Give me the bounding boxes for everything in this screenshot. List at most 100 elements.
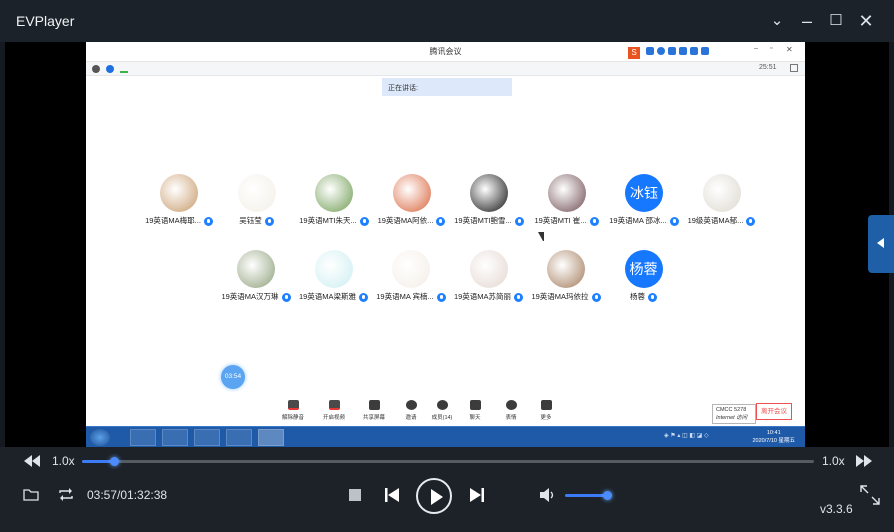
microphone-icon	[591, 292, 601, 302]
share-screen-button[interactable]: 共享屏幕	[359, 400, 389, 426]
participant-tile[interactable]: 19英语MTI 崔...	[527, 174, 607, 234]
countdown-timer[interactable]: 03:54	[221, 365, 245, 389]
participant-tile[interactable]: 19英语MTI朱天...	[294, 174, 374, 234]
participant-name: 19英语MA苏简丽	[449, 291, 529, 302]
start-video-button[interactable]: 开启视频	[319, 400, 349, 426]
share-screen-icon	[368, 400, 380, 410]
talking-indicator: 正在讲话:	[382, 78, 512, 96]
avatar	[392, 250, 430, 288]
toolbar-label: 邀请	[405, 415, 417, 421]
system-tray: ◈ ⚑ ▴ ◫ ◧ ◪ ◇	[664, 433, 709, 439]
fullscreen-toggle-icon[interactable]	[860, 485, 880, 505]
camera-icon	[328, 400, 340, 410]
participant-tile[interactable]: 19英语MA苏简丽	[449, 250, 529, 310]
participant-tile[interactable]: 19英语MTI鲍雪...	[449, 174, 529, 234]
rewind-icon[interactable]	[24, 455, 40, 467]
speed-right-label[interactable]: 1.0x	[822, 454, 845, 468]
microphone-icon	[589, 216, 599, 226]
meeting-close-button[interactable]: ✕	[786, 45, 793, 54]
stop-button[interactable]	[349, 489, 361, 501]
participant-tile[interactable]: 19英语MA阿依...	[372, 174, 452, 234]
speed-left-label[interactable]: 1.0x	[52, 454, 75, 468]
meeting-title-bar: 腾讯会议 S – ▫ ✕	[86, 42, 805, 62]
participant-name-text: 19英语MA梅耶...	[145, 216, 201, 225]
participant-tile[interactable]: 19级英语MA郁...	[682, 174, 762, 234]
chevron-down-icon[interactable]: ⌄	[766, 10, 788, 32]
version-label: v3.3.6	[820, 502, 853, 516]
fullscreen-icon[interactable]	[790, 64, 798, 72]
microphone-icon	[287, 400, 299, 410]
folder-icon[interactable]	[23, 488, 39, 501]
participant-tile[interactable]: 杨蓉 杨蓉	[604, 250, 684, 310]
close-button[interactable]: ✕	[855, 10, 877, 32]
participant-name: 19英语MA 邵冰...	[604, 215, 684, 226]
start-button[interactable]	[90, 429, 110, 446]
taskbar-app-ie[interactable]	[194, 429, 220, 446]
participant-name: 19级英语MA郁...	[682, 215, 762, 226]
maximize-button[interactable]: ☐	[825, 10, 847, 32]
loop-icon[interactable]	[58, 488, 74, 501]
taskbar-app-wps[interactable]	[226, 429, 252, 446]
volume-knob[interactable]	[603, 491, 612, 500]
unmute-button[interactable]: 解除静音	[278, 400, 308, 426]
evplayer-window: EVPlayer ⌄ – ☐ ✕ 腾讯会议 S – ▫ ✕ 25:51 正在讲话…	[0, 0, 894, 532]
avatar	[315, 174, 353, 212]
participant-name: 19英语MA梁斯雅	[294, 291, 374, 302]
meeting-status-bar: 25:51	[86, 62, 805, 76]
invite-button[interactable]: 邀请	[396, 400, 426, 426]
participant-tile[interactable]: 吴钰莹	[217, 174, 297, 234]
chat-button[interactable]: 聊天	[460, 400, 490, 426]
taskbar-app-firefox[interactable]	[162, 429, 188, 446]
side-panel-toggle[interactable]	[868, 215, 894, 273]
participant-tile[interactable]: 19英语MA玛依拉	[526, 250, 606, 310]
taskbar-app-baidu[interactable]	[130, 429, 156, 446]
microphone-icon	[746, 216, 756, 226]
taskbar-date: 2020/7/10 星期五	[752, 438, 796, 444]
invite-icon	[405, 400, 417, 410]
participant-name-text: 19英语MA苏简丽	[453, 292, 512, 301]
microphone-icon	[359, 216, 369, 226]
info-icon[interactable]	[92, 65, 100, 73]
meeting-minimize-button[interactable]: –	[754, 45, 758, 52]
participant-name-text: 吴钰莹	[239, 216, 262, 225]
avatar	[547, 174, 586, 212]
network-status: Internet 访问	[716, 415, 748, 421]
leave-meeting-button[interactable]: 离开会议	[756, 403, 792, 420]
members-button[interactable]: 成员(14)	[427, 400, 457, 426]
avatar	[392, 174, 431, 212]
toolbar-label: 表情	[505, 415, 517, 421]
toolbar-label: 更多	[540, 415, 552, 421]
taskbar-app-tencent-meeting[interactable]	[258, 429, 284, 446]
participant-name-text: 杨蓉	[630, 292, 645, 301]
more-button[interactable]: 更多	[531, 400, 561, 426]
participant-tile[interactable]: 19英语MA梁斯雅	[294, 250, 374, 310]
members-icon	[436, 400, 448, 410]
volume-slider[interactable]	[565, 491, 612, 500]
avatar	[237, 174, 276, 212]
emoji-button[interactable]: 表情	[496, 400, 526, 426]
participant-tile[interactable]: 19英语MA梅耶...	[139, 174, 219, 234]
input-method-bar	[646, 47, 726, 57]
previous-button[interactable]	[385, 488, 399, 502]
play-button[interactable]	[416, 478, 452, 514]
minimize-button[interactable]: –	[796, 10, 818, 32]
next-button[interactable]	[470, 488, 484, 502]
sogou-icon: S	[628, 47, 640, 59]
participant-tile[interactable]: 19英语MA汉万琳	[216, 250, 296, 310]
participant-tile[interactable]: 冰钰 19英语MA 邵冰...	[604, 174, 684, 234]
participant-name: 19英语MA梅耶...	[139, 215, 219, 226]
meeting-restore-button[interactable]: ▫	[770, 45, 772, 52]
microphone-icon	[436, 292, 446, 302]
volume-icon[interactable]	[540, 488, 556, 502]
participant-tile[interactable]: 19英语MA 宾楠...	[371, 250, 451, 310]
fast-forward-icon[interactable]	[856, 455, 872, 467]
participant-name: 19英语MA玛依拉	[526, 291, 606, 302]
participant-name: 19英语MTI 崔...	[527, 215, 607, 226]
microphone-icon	[514, 292, 524, 302]
emoji-icon	[505, 400, 517, 410]
progress-knob[interactable]	[109, 457, 119, 466]
microphone-icon	[203, 216, 213, 226]
shield-icon[interactable]	[106, 65, 114, 73]
progress-bar[interactable]	[82, 457, 814, 466]
avatar	[702, 174, 741, 212]
